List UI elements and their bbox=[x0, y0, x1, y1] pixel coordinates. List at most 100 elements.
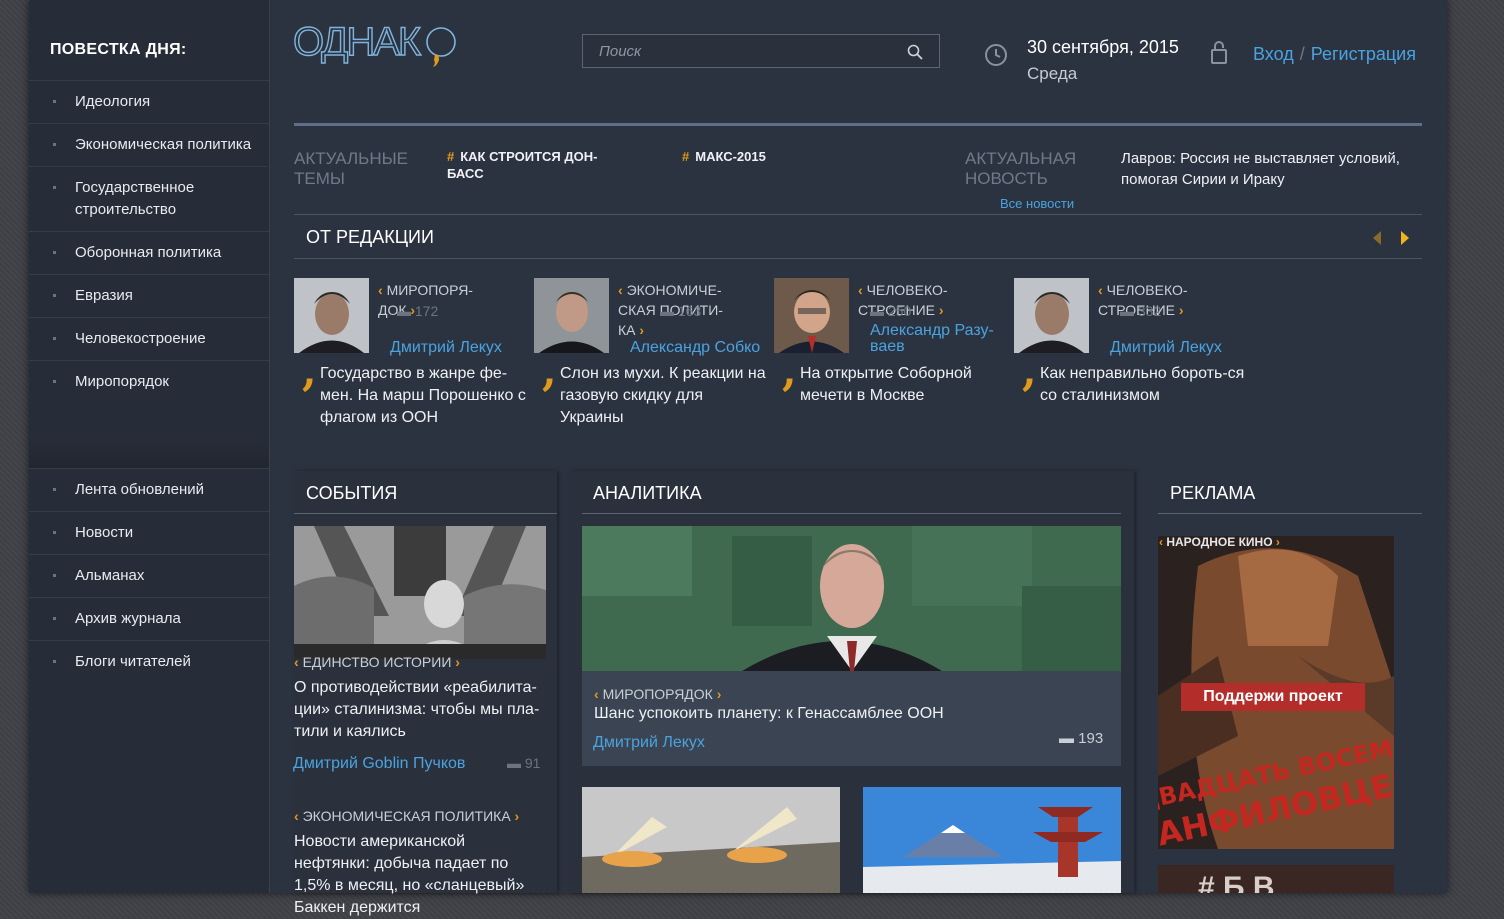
hash-icon: # bbox=[447, 149, 455, 164]
news-label: АКТУАЛЬНАЯ НОВОСТЬ bbox=[965, 149, 1077, 188]
login-link[interactable]: Вход bbox=[1253, 44, 1294, 64]
top-news-headline[interactable]: Лавров: Россия не выставляет условий, по… bbox=[1121, 148, 1421, 190]
topic-tag-label: КАК СТРОИТСЯ ДОН-БАСС bbox=[447, 149, 598, 181]
ad-banner-2[interactable]: # Б В bbox=[1158, 865, 1394, 893]
sections-menu: Лента обновлений Новости Альманах Архив … bbox=[29, 468, 269, 683]
event-category[interactable]: ‹ ЭКОНОМИЧЕСКАЯ ПОЛИТИКА › bbox=[294, 808, 519, 824]
comment-icon: ▬ bbox=[870, 303, 884, 319]
card-author[interactable]: Александр Собко bbox=[630, 340, 760, 356]
prev-arrow-icon[interactable] bbox=[1373, 231, 1381, 245]
author-photo bbox=[774, 278, 849, 353]
analytics-image-missiles[interactable] bbox=[582, 787, 840, 893]
header-divider bbox=[294, 123, 1422, 126]
analytics-main-image[interactable] bbox=[582, 526, 1121, 766]
card-title[interactable]: Государство в жанре фе-мен. На марш Поро… bbox=[320, 363, 530, 429]
support-project-button[interactable]: Поддержи проект bbox=[1181, 683, 1365, 711]
logo-comma bbox=[433, 54, 439, 67]
event-author[interactable]: Дмитрий Goblin Пучков bbox=[293, 755, 465, 773]
sidebar-item-reader-blogs[interactable]: Блоги читателей bbox=[29, 640, 269, 683]
sidebar-item-news[interactable]: Новости bbox=[29, 511, 269, 554]
sidebar-item-economic-policy[interactable]: Экономическая политика bbox=[29, 123, 269, 166]
sidebar-item-almanac[interactable]: Альманах bbox=[29, 554, 269, 597]
sidebar-item-eurasia[interactable]: Евразия bbox=[29, 274, 269, 317]
analytics-title: АНАЛИТИКА bbox=[593, 483, 702, 503]
card-author[interactable]: Дмитрий Лекух bbox=[1110, 340, 1222, 356]
quote-icon: , bbox=[302, 346, 317, 395]
search-icon[interactable] bbox=[907, 44, 923, 65]
logo-wordmark: ОДНАК bbox=[293, 20, 422, 64]
card-title[interactable]: Как неправильно бороть-ся со сталинизмом bbox=[1040, 363, 1250, 407]
clock-icon bbox=[984, 43, 1008, 72]
comment-count: ▬ 193 bbox=[1059, 730, 1104, 747]
ad-category[interactable]: ‹ НАРОДНОЕ КИНО › bbox=[1159, 535, 1280, 549]
topic-tag-donbass[interactable]: # КАК СТРОИТСЯ ДОН-БАСС bbox=[447, 148, 617, 182]
current-date: 30 сентября, 2015 bbox=[1027, 37, 1179, 57]
editorial-title: ОТ РЕДАКЦИИ bbox=[306, 227, 434, 247]
comment-icon: ▬ bbox=[660, 303, 674, 319]
card-author[interactable]: Александр Разу-ваев bbox=[870, 323, 1000, 355]
analytics-author[interactable]: Дмитрий Лекух bbox=[593, 734, 705, 752]
event-title[interactable]: Новости американской нефтянки: добыча па… bbox=[294, 831, 544, 919]
event-title[interactable]: О противодействии «реабилита-ции» сталин… bbox=[294, 677, 544, 743]
editorial-arrows bbox=[1371, 229, 1421, 252]
agenda-title: ПОВЕСТКА ДНЯ: bbox=[50, 41, 187, 58]
topic-tag-label: МАКС-2015 bbox=[695, 149, 766, 164]
comment-count: ▬ 332 bbox=[1120, 303, 1162, 319]
comment-count: ▬ 250 bbox=[870, 303, 912, 319]
comment-count: ▬ 163 bbox=[660, 303, 702, 319]
analytics-image-japan[interactable] bbox=[863, 787, 1121, 893]
sidebar-item-human-building[interactable]: Человекостроение bbox=[29, 317, 269, 360]
logo-o bbox=[426, 27, 456, 57]
editorial-card[interactable]: ‹ ЧЕЛОВЕКО-СТРОЕНИЕ › ▬ 250 Александр Ра… bbox=[774, 278, 1004, 438]
sidebar-item-journal-archive[interactable]: Архив журнала bbox=[29, 597, 269, 640]
analytics-category[interactable]: ‹ МИРОПОРЯДОК › bbox=[594, 686, 721, 702]
card-author[interactable]: Дмитрий Лекух bbox=[390, 340, 502, 356]
lock-icon bbox=[1211, 40, 1227, 69]
events-title: СОБЫТИЯ bbox=[306, 483, 398, 503]
card-title[interactable]: Слон из мухи. К реакции на газовую скидк… bbox=[560, 363, 770, 429]
sidebar-item-state-building[interactable]: Государственное строительство bbox=[29, 166, 267, 231]
quote-icon: , bbox=[782, 346, 797, 395]
auth-links: Вход / Регистрация bbox=[1253, 44, 1416, 65]
author-photo bbox=[294, 278, 369, 353]
current-weekday: Среда bbox=[1027, 64, 1078, 83]
sidebar: ПОВЕСТКА ДНЯ: Идеология Экономическая по… bbox=[29, 0, 270, 893]
editorial-divider bbox=[294, 258, 1422, 259]
topics-divider bbox=[294, 214, 1422, 215]
author-photo bbox=[534, 278, 609, 353]
topic-tag-maks[interactable]: # МАКС-2015 bbox=[682, 148, 766, 165]
page: ПОВЕСТКА ДНЯ: Идеология Экономическая по… bbox=[29, 0, 1447, 916]
topics-label: АКТУАЛЬНЫЕ ТЕМЫ bbox=[294, 149, 408, 188]
comment-icon: ▬ bbox=[1120, 303, 1134, 319]
comment-count: ▬ 172 bbox=[397, 303, 439, 319]
quote-icon: , bbox=[1022, 346, 1037, 395]
analytics-headline[interactable]: Шанс успокоить планету: к Генассамблее О… bbox=[594, 703, 1094, 725]
next-arrow-icon[interactable] bbox=[1401, 231, 1409, 245]
sidebar-item-world-order[interactable]: Миропорядок bbox=[29, 360, 269, 403]
comment-count: ▬ 91 bbox=[507, 755, 541, 771]
site-logo[interactable]: ОДНАК bbox=[292, 19, 463, 70]
hash-icon: # bbox=[682, 149, 690, 164]
ads-divider bbox=[1158, 513, 1422, 514]
comment-icon: ▬ bbox=[397, 303, 411, 319]
sidebar-item-ideology[interactable]: Идеология bbox=[29, 80, 269, 123]
editorial-card[interactable]: ‹ ЧЕЛОВЕКО-СТРОЕНИЕ › ▬ 332 Дмитрий Леку… bbox=[1014, 278, 1244, 438]
author-photo bbox=[1014, 278, 1089, 353]
auth-separator: / bbox=[1299, 44, 1305, 64]
event-image[interactable] bbox=[294, 526, 546, 659]
sidebar-item-defense-policy[interactable]: Оборонная политика bbox=[29, 231, 269, 274]
event-category[interactable]: ‹ ЕДИНСТВО ИСТОРИИ › bbox=[294, 654, 460, 670]
editorial-card[interactable]: ‹ ЭКОНОМИЧЕ-СКАЯ ПОЛИТИ-КА › ▬ 163 Алекс… bbox=[534, 278, 766, 438]
all-news-link[interactable]: Все новости bbox=[1000, 196, 1074, 211]
quote-icon: , bbox=[542, 346, 557, 395]
agenda-menu: Идеология Экономическая политика Государ… bbox=[29, 80, 269, 403]
analytics-divider bbox=[582, 513, 1121, 514]
editorial-card[interactable]: ‹ МИРОПОРЯ-ДОК › ▬ 172 Дмитрий Лекух , Г… bbox=[294, 278, 526, 438]
search-input[interactable] bbox=[597, 42, 891, 61]
logo-graphic: ОДНАК bbox=[292, 19, 456, 67]
card-title[interactable]: На открытие Соборной мечети в Москве bbox=[800, 363, 1010, 407]
ad-banner-2-text: # Б В bbox=[1198, 871, 1275, 893]
sidebar-item-updates-feed[interactable]: Лента обновлений bbox=[29, 468, 269, 511]
register-link[interactable]: Регистрация bbox=[1311, 44, 1416, 64]
events-divider bbox=[294, 513, 557, 514]
